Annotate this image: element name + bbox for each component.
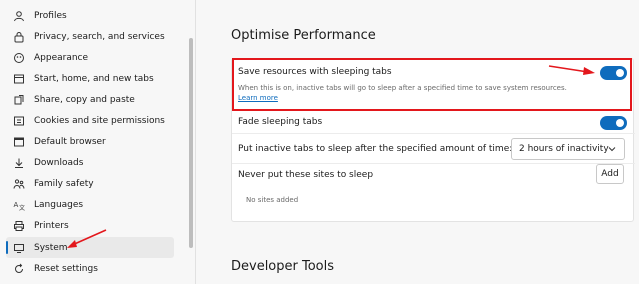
appearance-icon [12, 51, 26, 65]
section-title-performance: Optimise Performance [231, 28, 376, 43]
sidebar-item-label: Languages [34, 199, 84, 210]
sidebar-item-label: Cookies and site permissions [34, 115, 165, 126]
download-icon [12, 156, 26, 170]
sidebar-item-label: Default browser [34, 136, 106, 147]
languages-icon: A文 [12, 198, 26, 212]
sidebar-item-start-home[interactable]: Start, home, and new tabs [6, 68, 174, 89]
system-icon [12, 241, 26, 255]
sidebar-item-downloads[interactable]: Downloads [6, 152, 174, 173]
no-sites-text: No sites added [246, 196, 299, 204]
sidebar-item-default-browser[interactable]: Default browser [6, 131, 174, 152]
inactive-timeout-label: Put inactive tabs to sleep after the spe… [238, 144, 513, 154]
home-tabs-icon [12, 72, 26, 86]
sidebar-item-share[interactable]: Share, copy and paste [6, 89, 174, 110]
share-icon [12, 93, 26, 107]
chevron-down-icon [607, 144, 617, 154]
sidebar-item-languages[interactable]: A文 Languages [6, 194, 174, 215]
never-sleep-label: Never put these sites to sleep [238, 170, 374, 180]
svg-text:文: 文 [19, 204, 25, 211]
sidebar-item-privacy[interactable]: Privacy, search, and services [6, 26, 174, 47]
browser-icon [12, 135, 26, 149]
divider [232, 163, 635, 164]
profile-icon [12, 9, 26, 23]
fade-sleeping-tabs-toggle[interactable] [600, 116, 627, 130]
sidebar-item-label: Share, copy and paste [34, 94, 135, 105]
cookies-icon [12, 114, 26, 128]
add-site-button[interactable]: Add [596, 164, 624, 184]
reset-icon [12, 262, 26, 276]
printer-icon [12, 219, 26, 233]
sidebar-item-cookies[interactable]: Cookies and site permissions [6, 110, 174, 131]
sidebar-item-label: Start, home, and new tabs [34, 73, 154, 84]
sidebar-item-label: Reset settings [34, 263, 98, 274]
lock-icon [12, 30, 26, 44]
family-icon [12, 177, 26, 191]
sidebar-item-label: Family safety [34, 178, 94, 189]
sidebar-item-appearance[interactable]: Appearance [6, 47, 174, 68]
settings-content: Optimise Performance Save resources with… [197, 0, 639, 284]
inactive-timeout-select[interactable]: 2 hours of inactivity [511, 138, 625, 160]
sidebar-item-label: Privacy, search, and services [34, 31, 165, 42]
settings-window: Profiles Privacy, search, and services A… [0, 0, 639, 284]
fade-sleeping-tabs-label: Fade sleeping tabs [238, 117, 323, 127]
sidebar-item-profiles[interactable]: Profiles [6, 5, 174, 26]
sidebar-item-label: Appearance [34, 52, 89, 63]
section-title-developer: Developer Tools [231, 259, 335, 274]
svg-text:A: A [14, 201, 19, 209]
sidebar-item-reset[interactable]: Reset settings [6, 258, 174, 279]
sidebar-item-label: Downloads [34, 157, 84, 168]
sidebar-item-label: Profiles [34, 10, 67, 21]
sidebar-item-family-safety[interactable]: Family safety [6, 173, 174, 194]
sidebar-scrollbar[interactable] [189, 38, 193, 248]
annotation-arrow-icon [548, 65, 595, 75]
divider [232, 133, 635, 134]
select-value: 2 hours of inactivity [519, 144, 609, 154]
annotation-arrow-icon [67, 229, 107, 248]
